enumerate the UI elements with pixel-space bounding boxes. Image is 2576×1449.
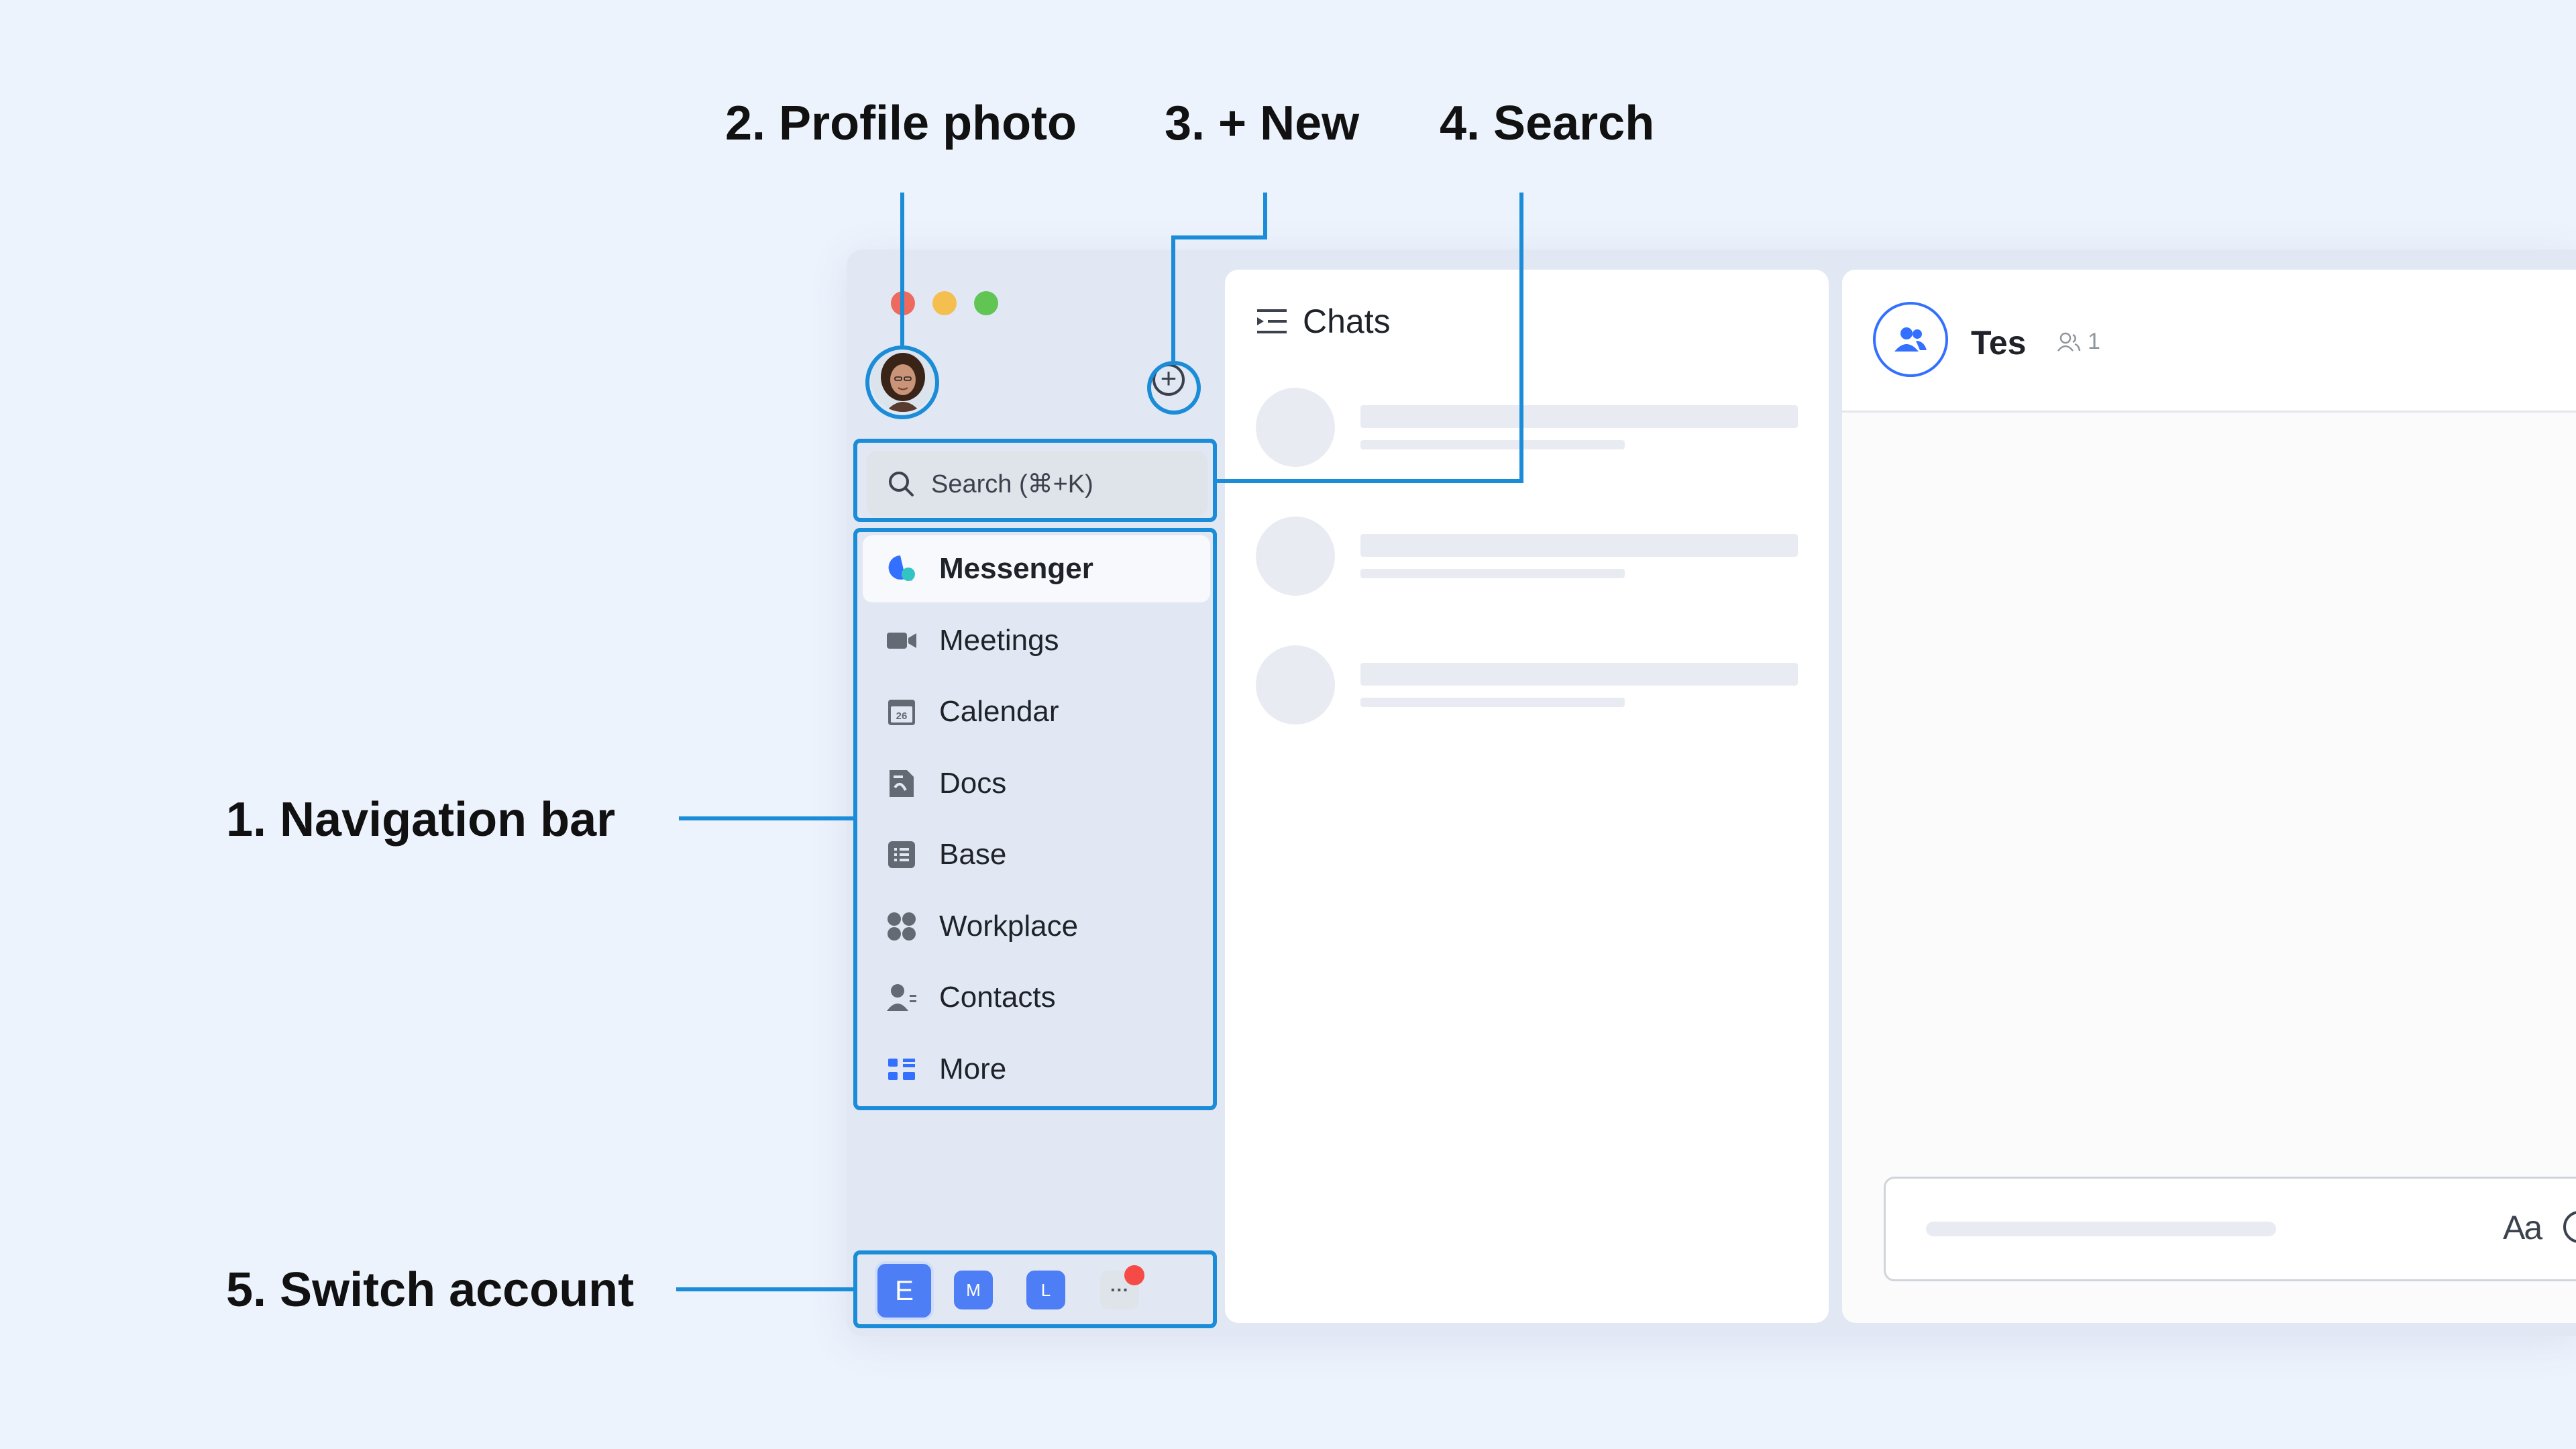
skeleton-line [1360, 440, 1625, 449]
skeleton-line [1360, 405, 1798, 428]
group-icon [1894, 327, 1927, 352]
member-count[interactable]: 1 [2057, 329, 2100, 355]
message-composer[interactable]: Aa [1884, 1177, 2576, 1281]
emoji-icon[interactable] [2563, 1211, 2576, 1243]
chat-header: Tes 1 [1842, 270, 2576, 413]
skeleton-line [1360, 569, 1625, 578]
skeleton-line [1360, 663, 1798, 686]
highlight-switch-account [853, 1250, 1217, 1328]
connector-profile-photo [900, 193, 904, 345]
maximize-window-button[interactable] [974, 291, 998, 315]
connector-new-vertical-top [1263, 193, 1267, 239]
callout-new: 3. + New [1165, 97, 1360, 150]
chats-panel: Chats [1225, 270, 1829, 1323]
callout-switch-account: 5. Switch account [226, 1263, 635, 1317]
skeleton-avatar [1256, 388, 1335, 467]
callout-navigation-bar: 1. Navigation bar [226, 793, 616, 847]
chat-title[interactable]: Tes [1971, 323, 2026, 362]
skeleton-line [1360, 534, 1798, 557]
connector-navigation-bar [679, 816, 853, 820]
chats-title: Chats [1303, 303, 1391, 340]
member-count-value: 1 [2088, 329, 2100, 354]
callout-search: 4. Search [1440, 97, 1655, 150]
chats-header: Chats [1256, 302, 1391, 341]
composer-placeholder-skeleton [1926, 1222, 2276, 1236]
chat-panel: Tes 1 Aa [1842, 270, 2576, 1323]
highlight-navigation-bar [853, 528, 1217, 1110]
skeleton-avatar [1256, 517, 1335, 596]
members-icon [2057, 332, 2081, 352]
highlight-search [853, 439, 1217, 522]
skeleton-avatar [1256, 645, 1335, 724]
minimize-window-button[interactable] [932, 291, 957, 315]
highlight-profile-photo [865, 345, 939, 419]
connector-search-horizontal [1217, 479, 1523, 483]
chat-list-toggle-icon[interactable] [1256, 307, 1288, 336]
skeleton-line [1360, 698, 1625, 707]
group-avatar[interactable] [1873, 302, 1948, 377]
connector-switch-account [676, 1287, 853, 1291]
text-format-button[interactable]: Aa [2503, 1208, 2542, 1247]
highlight-new-button [1147, 361, 1201, 415]
connector-search-vertical [1519, 193, 1523, 483]
callout-profile-photo: 2. Profile photo [725, 97, 1077, 150]
connector-new-horizontal [1171, 235, 1267, 239]
connector-new-vertical-bottom [1171, 235, 1175, 361]
